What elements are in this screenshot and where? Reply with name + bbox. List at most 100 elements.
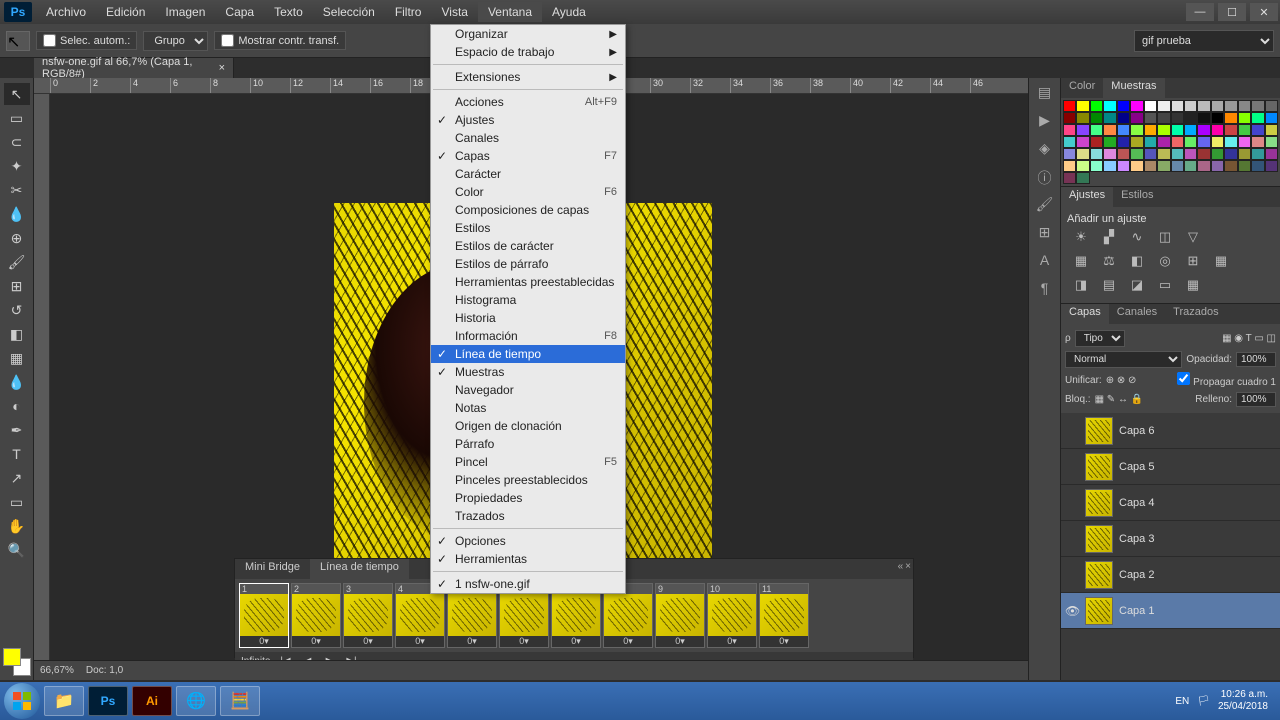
swatch[interactable]	[1063, 172, 1076, 184]
pen-tool[interactable]: ✒	[4, 419, 30, 441]
menu-item[interactable]: ✓1 nsfw-one.gif	[431, 575, 625, 593]
swatch[interactable]	[1238, 148, 1251, 160]
swatch[interactable]	[1130, 100, 1143, 112]
layer-item[interactable]: Capa 5	[1061, 449, 1280, 485]
curves-icon[interactable]: ∿	[1127, 229, 1147, 245]
layer-item[interactable]: 👁Capa 1	[1061, 593, 1280, 629]
swatch[interactable]	[1197, 148, 1210, 160]
zoom-tool[interactable]: 🔍	[4, 539, 30, 561]
swatch[interactable]	[1251, 100, 1264, 112]
swatch[interactable]	[1251, 112, 1264, 124]
swatch[interactable]	[1103, 136, 1116, 148]
swatch[interactable]	[1238, 100, 1251, 112]
swatch[interactable]	[1238, 136, 1251, 148]
menu-item[interactable]: ColorF6	[431, 183, 625, 201]
swatch[interactable]	[1144, 136, 1157, 148]
tab-swatches[interactable]: Muestras	[1103, 78, 1164, 98]
swatch[interactable]	[1130, 160, 1143, 172]
gradient-map-icon[interactable]: ▭	[1155, 277, 1175, 293]
swatch[interactable]	[1103, 100, 1116, 112]
menu-capa[interactable]: Capa	[215, 2, 264, 22]
workspace-select[interactable]: gif prueba	[1134, 30, 1274, 52]
swatch[interactable]	[1157, 136, 1170, 148]
layer-item[interactable]: Capa 2	[1061, 557, 1280, 593]
swatch[interactable]	[1144, 148, 1157, 160]
timeline-frame[interactable]: 30▾	[343, 583, 393, 648]
menu-selección[interactable]: Selección	[313, 2, 385, 22]
brightness-icon[interactable]: ☀	[1071, 229, 1091, 245]
menu-item[interactable]: Notas	[431, 399, 625, 417]
tab-styles[interactable]: Estilos	[1113, 187, 1161, 207]
swatch[interactable]	[1157, 148, 1170, 160]
tab-channels[interactable]: Canales	[1109, 304, 1165, 324]
menu-item[interactable]: Párrafo	[431, 435, 625, 453]
fill-input[interactable]	[1236, 392, 1276, 407]
swatch[interactable]	[1130, 148, 1143, 160]
swatch[interactable]	[1238, 160, 1251, 172]
visibility-icon[interactable]: 👁	[1065, 604, 1079, 618]
layer-item[interactable]: Capa 6	[1061, 413, 1280, 449]
swatch[interactable]	[1224, 124, 1237, 136]
swatch[interactable]	[1130, 112, 1143, 124]
swatch[interactable]	[1265, 124, 1278, 136]
swatch[interactable]	[1224, 100, 1237, 112]
posterize-icon[interactable]: ▤	[1099, 277, 1119, 293]
collapse-icon[interactable]: «	[898, 561, 904, 577]
tab-color[interactable]: Color	[1061, 78, 1103, 98]
swatch[interactable]	[1076, 136, 1089, 148]
selective-icon[interactable]: ▦	[1183, 277, 1203, 293]
swatch[interactable]	[1157, 112, 1170, 124]
info-icon[interactable]: ⓘ	[1035, 168, 1055, 188]
tab-timeline[interactable]: Línea de tiempo	[310, 559, 409, 579]
swatch[interactable]	[1090, 148, 1103, 160]
swatch[interactable]	[1063, 100, 1076, 112]
opacity-input[interactable]	[1236, 352, 1276, 367]
close-button[interactable]: ✕	[1250, 3, 1278, 21]
swatch[interactable]	[1184, 136, 1197, 148]
swatch[interactable]	[1265, 160, 1278, 172]
swatch[interactable]	[1171, 160, 1184, 172]
swatch[interactable]	[1103, 148, 1116, 160]
swatch[interactable]	[1130, 124, 1143, 136]
swatch[interactable]	[1265, 100, 1278, 112]
menu-item[interactable]: ✓Ajustes	[431, 111, 625, 129]
menu-ventana[interactable]: Ventana	[478, 2, 542, 22]
swatch[interactable]	[1157, 100, 1170, 112]
swatch[interactable]	[1197, 124, 1210, 136]
lasso-tool[interactable]: ⊂	[4, 131, 30, 153]
menu-item[interactable]: Pinceles preestablecidos	[431, 471, 625, 489]
tab-adjustments[interactable]: Ajustes	[1061, 187, 1113, 207]
lookup-icon[interactable]: ▦	[1211, 253, 1231, 269]
swatch[interactable]	[1251, 160, 1264, 172]
swatch[interactable]	[1171, 148, 1184, 160]
clone-icon[interactable]: ⊞	[1035, 224, 1055, 244]
wand-tool[interactable]: ✦	[4, 155, 30, 177]
swatch[interactable]	[1238, 112, 1251, 124]
swatch[interactable]	[1063, 160, 1076, 172]
swatch[interactable]	[1224, 160, 1237, 172]
heal-tool[interactable]: ⊕	[4, 227, 30, 249]
swatch[interactable]	[1090, 136, 1103, 148]
adjust-icon[interactable]: ◈	[1035, 140, 1055, 160]
menu-texto[interactable]: Texto	[264, 2, 313, 22]
swatch[interactable]	[1251, 136, 1264, 148]
menu-item[interactable]: ✓Muestras	[431, 363, 625, 381]
menu-item[interactable]: Histograma	[431, 291, 625, 309]
swatch[interactable]	[1224, 136, 1237, 148]
menu-archivo[interactable]: Archivo	[36, 2, 96, 22]
swatch[interactable]	[1224, 112, 1237, 124]
swatch[interactable]	[1211, 112, 1224, 124]
history-brush-tool[interactable]: ↺	[4, 299, 30, 321]
timeline-frame[interactable]: 100▾	[707, 583, 757, 648]
swatch[interactable]	[1076, 100, 1089, 112]
swatch[interactable]	[1076, 112, 1089, 124]
tray-clock[interactable]: 10:26 a.m.25/04/2018	[1218, 689, 1276, 713]
photo-filter-icon[interactable]: ◎	[1155, 253, 1175, 269]
swatch[interactable]	[1117, 112, 1130, 124]
swatch[interactable]	[1171, 124, 1184, 136]
blur-tool[interactable]: 💧	[4, 371, 30, 393]
hue-icon[interactable]: ▦	[1071, 253, 1091, 269]
swatch[interactable]	[1211, 124, 1224, 136]
swatch[interactable]	[1265, 136, 1278, 148]
propagate-check[interactable]	[1177, 372, 1190, 385]
